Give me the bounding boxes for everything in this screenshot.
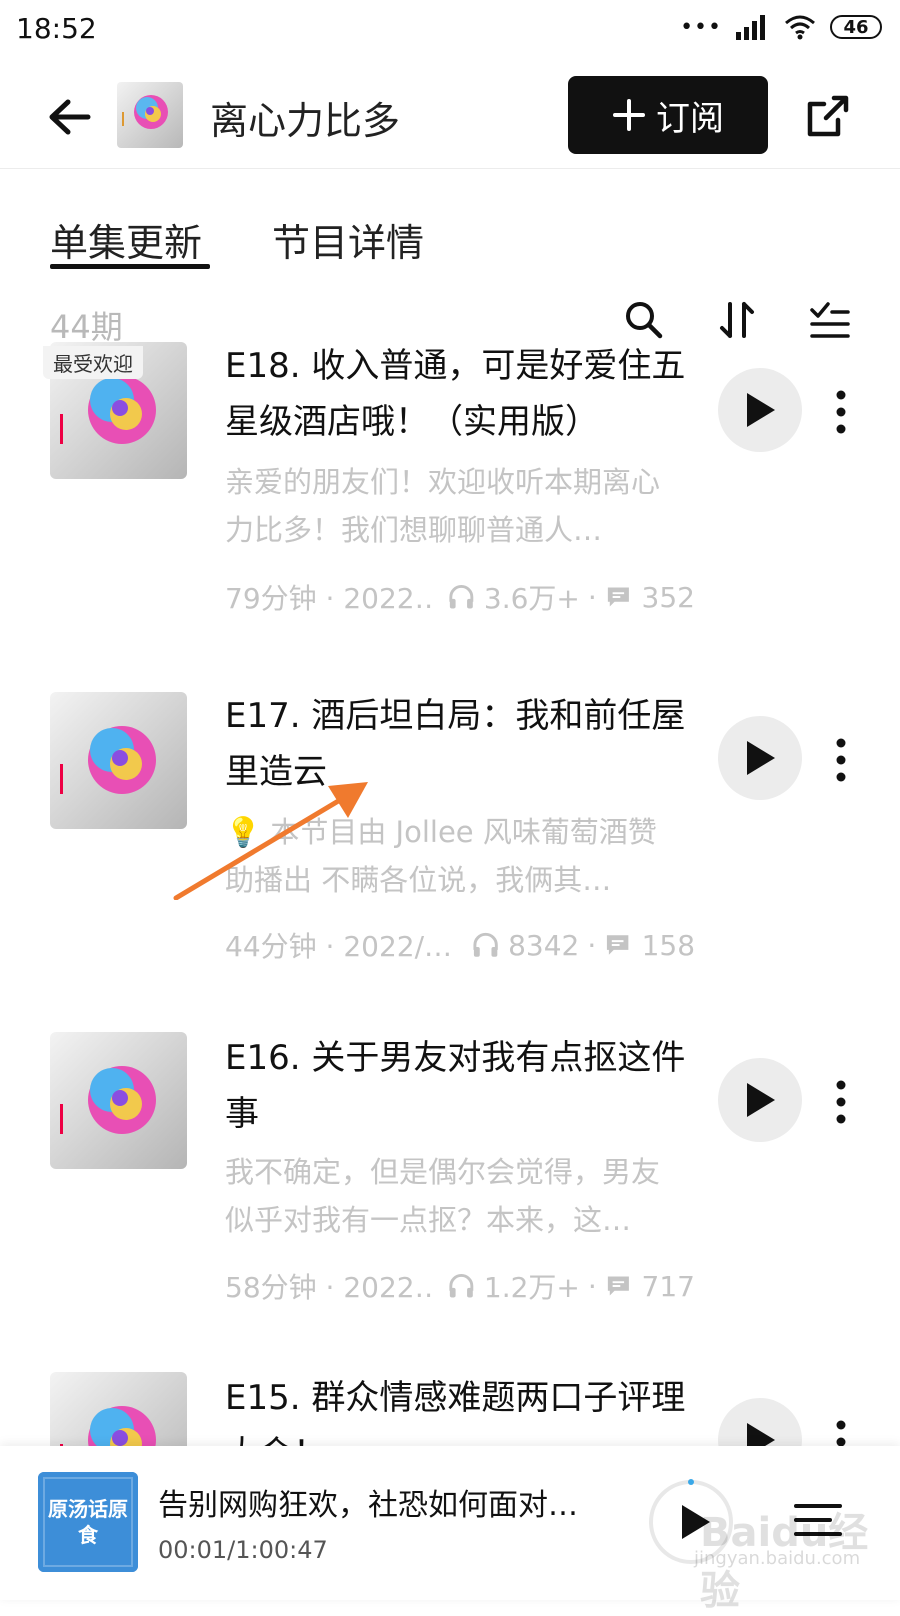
duration-date: 58分钟 · 2022…: [225, 1271, 436, 1304]
share-icon[interactable]: [804, 92, 852, 140]
more-options-icon[interactable]: [834, 390, 848, 434]
duration-date: 44分钟 · 2022/…: [225, 930, 453, 963]
plus-icon: [613, 99, 645, 131]
tab-active-indicator: [50, 264, 210, 269]
subscribe-label: 订阅: [656, 98, 724, 139]
play-count: 1.2万+: [483, 1271, 580, 1304]
podcast-cover-thumb: [117, 82, 183, 148]
headphones-icon: [473, 932, 498, 957]
episode-meta: 44分钟 · 2022/… 8342 · 158: [225, 925, 695, 965]
header-divider: [0, 168, 900, 169]
episode-meta: 58分钟 · 2022… 1.2万+ · 717: [225, 1266, 695, 1306]
multi-select-icon[interactable]: [808, 298, 852, 342]
play-icon: [747, 1083, 775, 1117]
signal-icon: [736, 15, 765, 40]
comment-count: 158: [641, 928, 696, 962]
player-cover-text: 原汤话原食: [48, 1497, 128, 1547]
watermark-sub: jingyan.baidu.com: [694, 1548, 861, 1569]
episode-cover[interactable]: [50, 1032, 187, 1169]
status-icons: ••• 46: [680, 14, 882, 40]
play-count: 8342: [508, 928, 580, 962]
tab-details[interactable]: 节目详情: [272, 212, 424, 267]
wifi-icon: [785, 15, 815, 40]
comment-icon: [607, 1276, 629, 1296]
subscribe-button[interactable]: 订阅: [568, 76, 768, 154]
podcast-title: 离心力比多: [210, 99, 401, 143]
play-icon: [747, 741, 775, 775]
episode-description: 亲爱的朋友们！欢迎收听本期离心力比多！我们想聊聊普通人…: [225, 465, 661, 547]
player-title[interactable]: 告别网购狂欢，社恐如何面对…: [158, 1480, 603, 1524]
player-cover[interactable]: 原汤话原食: [38, 1472, 138, 1572]
more-options-icon[interactable]: [834, 1080, 848, 1124]
status-time: 18:52: [16, 12, 97, 45]
episode-title[interactable]: E18. 收入普通，可是好爱住五星级酒店哦！（实用版）: [225, 338, 695, 450]
duration-date: 79分钟 · 2022…: [225, 582, 436, 615]
annotation-arrow-icon: [173, 782, 368, 900]
search-icon[interactable]: [622, 298, 666, 342]
tab-episodes[interactable]: 单集更新: [50, 212, 202, 267]
headphones-icon: [449, 1274, 474, 1298]
more-dots-icon: •••: [680, 14, 722, 40]
comment-icon: [607, 587, 629, 607]
play-button[interactable]: [718, 368, 802, 452]
comment-icon: [607, 935, 629, 955]
more-options-icon[interactable]: [834, 738, 848, 782]
episode-title[interactable]: E16. 关于男友对我有点抠这件事: [225, 1030, 695, 1142]
battery-indicator: 46: [830, 15, 882, 39]
player-time: 00:01/1:00:47: [158, 1536, 328, 1564]
episode-meta: 79分钟 · 2022… 3.6万+ · 352: [225, 577, 695, 617]
play-button[interactable]: [718, 716, 802, 800]
headphones-icon: [449, 585, 474, 609]
back-arrow-icon[interactable]: [44, 92, 94, 142]
sort-icon[interactable]: [716, 298, 760, 342]
play-icon: [747, 393, 775, 427]
episode-description: 我不确定，但是偶尔会觉得，男友似乎对我有一点抠？本来，这…: [225, 1155, 661, 1237]
play-count: 3.6万+: [483, 582, 580, 615]
popular-badge: 最受欢迎: [43, 346, 143, 379]
comment-count: 352: [641, 580, 695, 614]
play-button[interactable]: [718, 1058, 802, 1142]
comment-count: 717: [641, 1269, 695, 1303]
